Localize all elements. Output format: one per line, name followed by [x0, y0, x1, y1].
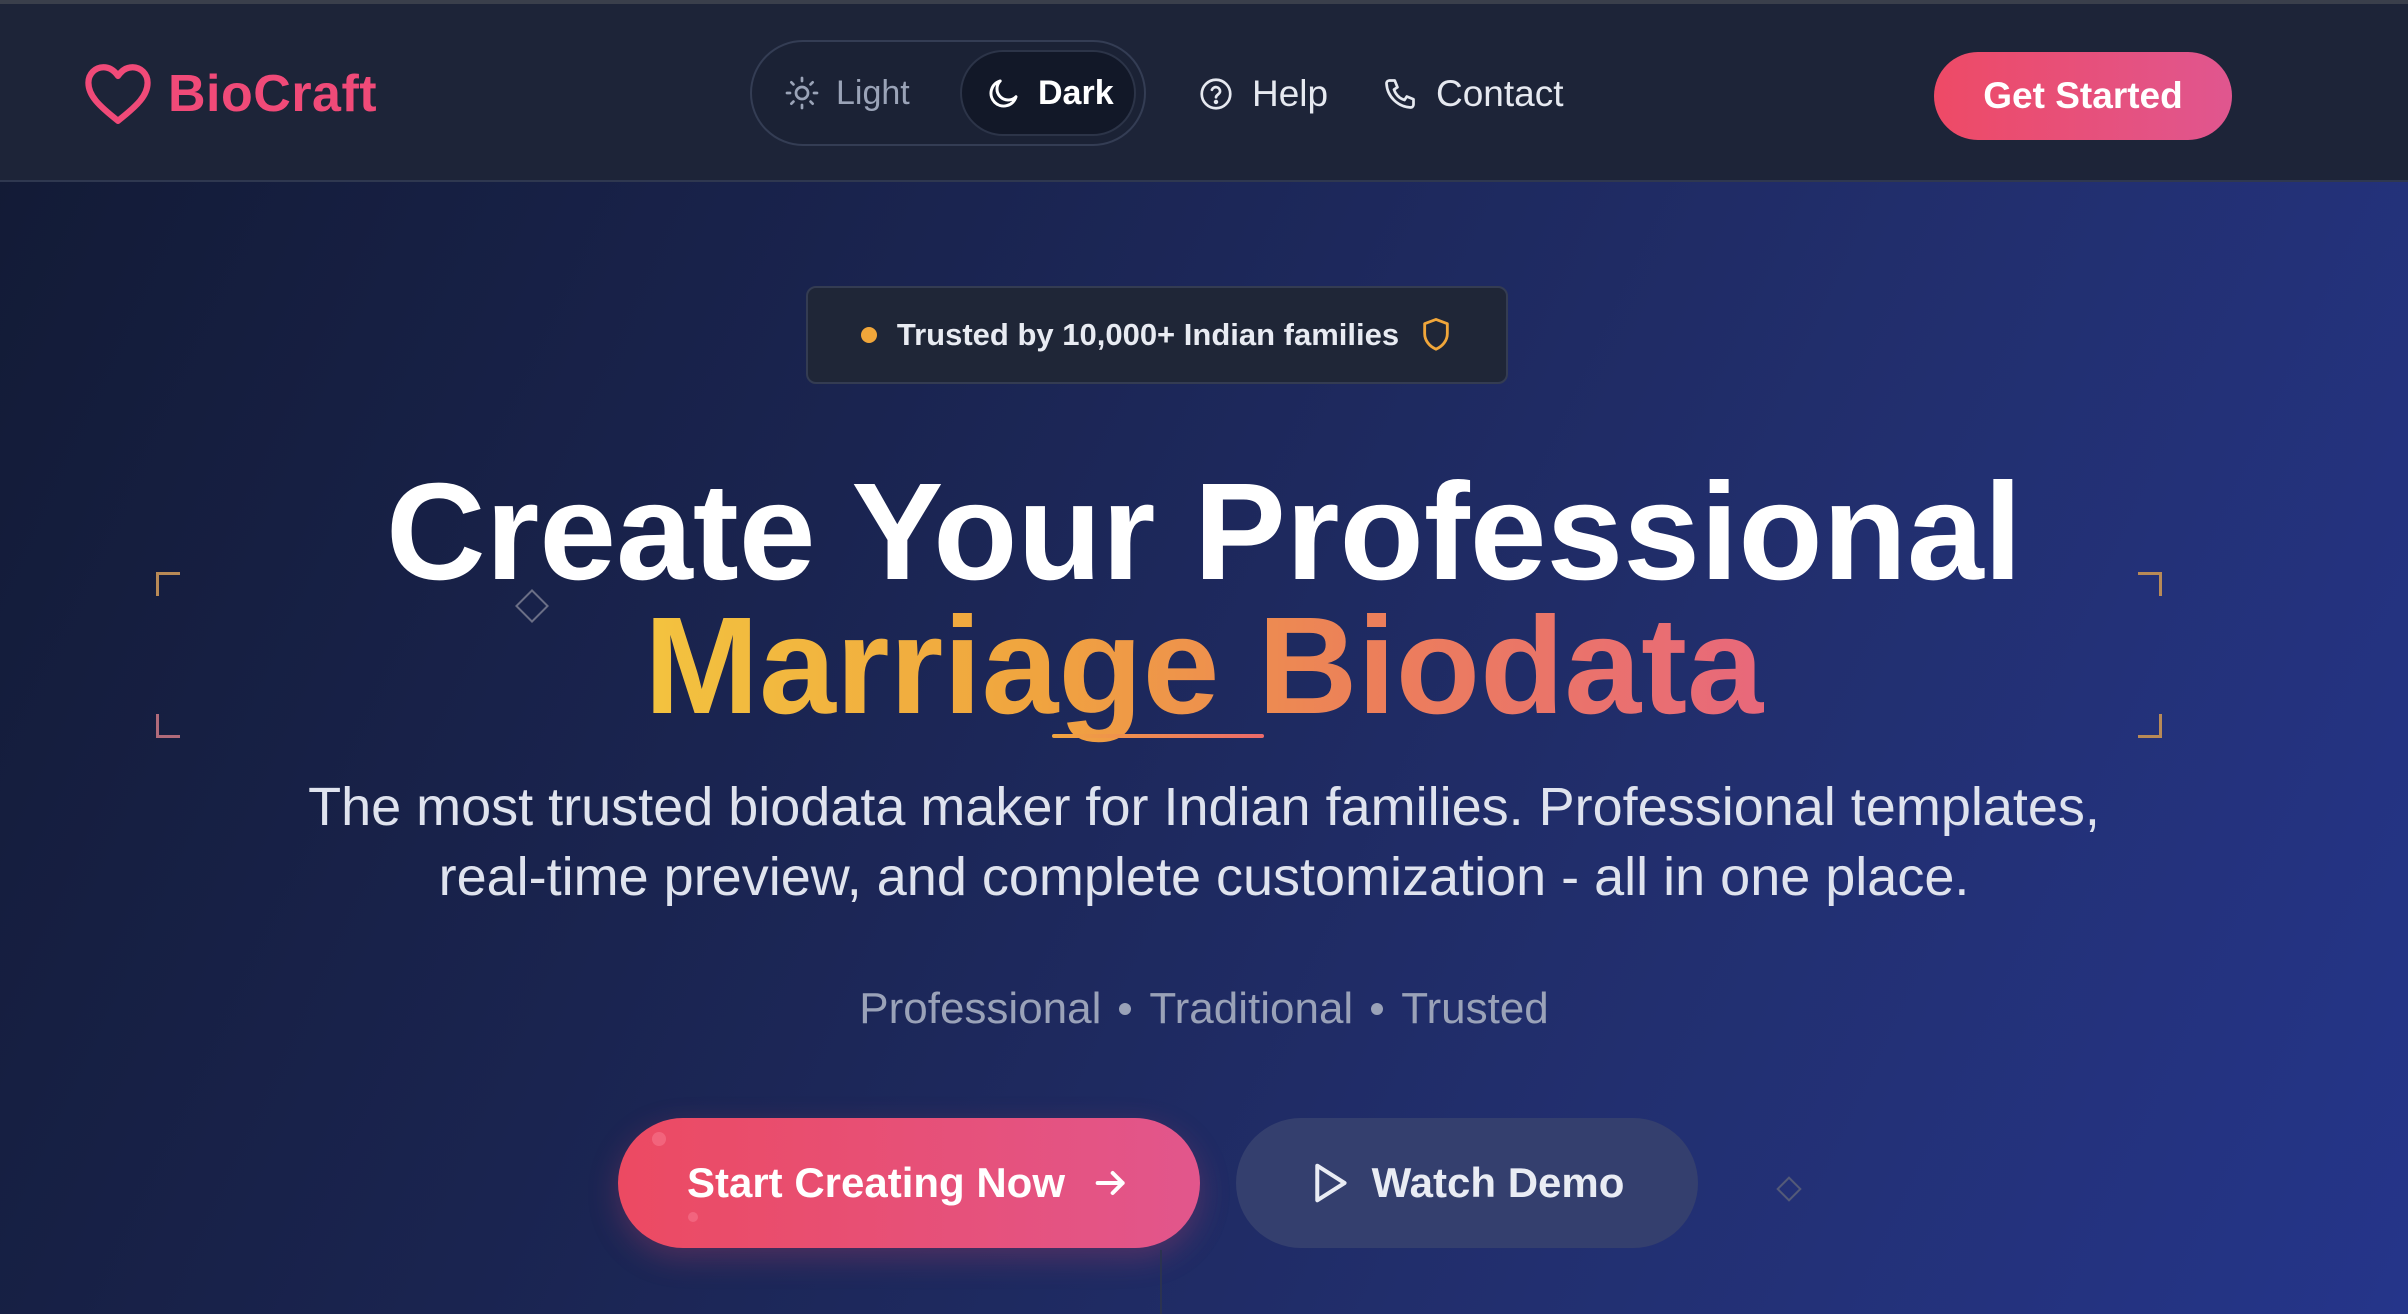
- divider-line: [1160, 1250, 1162, 1314]
- heart-icon: [85, 64, 151, 124]
- brand-name: BioCraft: [168, 65, 378, 123]
- trust-badge-text: Trusted by 10,000+ Indian families: [896, 317, 1400, 352]
- sparkle-decoration: [652, 1132, 666, 1146]
- hero-subtitle-line2: real-time preview, and complete customiz…: [438, 847, 1970, 907]
- watch-demo-label: Watch Demo: [1371, 1159, 1625, 1206]
- start-creating-button[interactable]: Start Creating Now: [618, 1118, 1200, 1248]
- trust-badge: Trusted by 10,000+ Indian families: [806, 286, 1508, 384]
- arrow-right-icon: [1095, 1171, 1125, 1195]
- theme-light-option[interactable]: Light: [784, 50, 910, 136]
- sun-icon: [785, 76, 819, 110]
- hero-title-highlight: Marriage Biodata: [644, 589, 1764, 743]
- tag-professional: Professional: [859, 984, 1102, 1033]
- nav-link-help[interactable]: Help: [1198, 64, 1328, 124]
- nav-link-help-label: Help: [1252, 73, 1329, 114]
- brand-logo[interactable]: BioCraft: [84, 60, 377, 128]
- shield-icon: [1423, 317, 1449, 351]
- hero-subtitle-line1: The most trusted biodata maker for India…: [308, 777, 2100, 837]
- watch-demo-button[interactable]: Watch Demo: [1236, 1118, 1698, 1248]
- theme-light-label: Light: [836, 73, 910, 112]
- theme-dark-label: Dark: [1038, 73, 1114, 112]
- tag-traditional: Traditional: [1149, 984, 1354, 1033]
- play-icon: [1314, 1163, 1347, 1203]
- hero-title-line2: Marriage Biodata: [0, 586, 2408, 746]
- tag-separator: [1371, 1003, 1384, 1015]
- navbar: BioCraft Light Dark Help Contact Get Sta…: [0, 4, 2408, 182]
- tag-separator: [1119, 1003, 1132, 1015]
- get-started-button[interactable]: Get Started: [1934, 52, 2232, 140]
- sparkle-decoration: [688, 1212, 698, 1222]
- title-underline: [1052, 734, 1264, 738]
- theme-dark-option[interactable]: Dark: [960, 50, 1136, 136]
- diamond-decoration: [1776, 1176, 1802, 1202]
- start-creating-label: Start Creating Now: [686, 1159, 1066, 1206]
- nav-link-contact[interactable]: Contact: [1382, 64, 1564, 124]
- status-dot: [860, 327, 877, 343]
- tag-trusted: Trusted: [1401, 984, 1549, 1033]
- moon-icon: [989, 79, 1018, 108]
- nav-link-contact-label: Contact: [1436, 73, 1564, 114]
- hero-tagline: Professional Traditional Trusted: [0, 984, 2408, 1034]
- phone-icon: [1385, 79, 1415, 109]
- theme-toggle: Light Dark: [750, 40, 1146, 146]
- hero-subtitle: The most trusted biodata maker for India…: [0, 772, 2408, 912]
- help-circle-icon: [1200, 78, 1232, 110]
